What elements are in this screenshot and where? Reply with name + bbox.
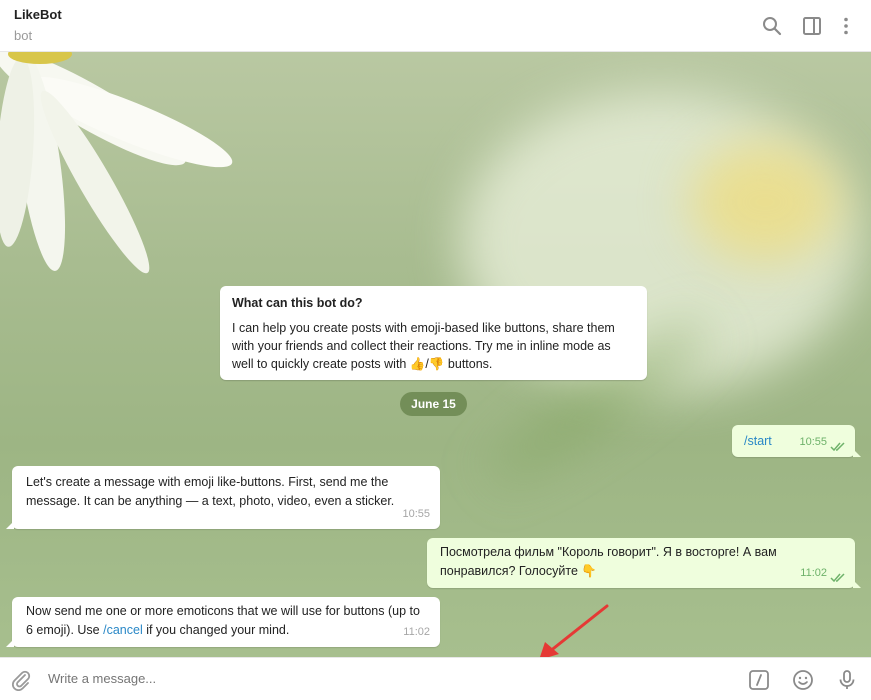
message-incoming[interactable]: Let's create a message with emoji like-b… (6, 466, 440, 529)
message-input[interactable] (48, 671, 698, 686)
read-check-icon (830, 442, 845, 451)
bubble-tail (853, 580, 861, 588)
message-outgoing[interactable]: /start 10:55 (732, 425, 861, 457)
bot-info-title: What can this bot do? (232, 296, 363, 310)
bubble-tail (6, 521, 14, 529)
message-text: Let's create a message with emoji like-b… (26, 475, 395, 508)
chat-subtitle: bot (14, 28, 33, 43)
microphone-icon[interactable] (836, 669, 858, 691)
bot-info-card: What can this bot do? I can help you cre… (220, 286, 647, 380)
more-vertical-icon[interactable] (836, 16, 856, 36)
bot-info-text: I can help you create posts with emoji-b… (232, 321, 615, 371)
message-text: if you changed your mind. (142, 623, 290, 637)
message-time: 10:55 (402, 508, 430, 520)
cancel-command-link[interactable]: /cancel (103, 623, 143, 637)
bot-commands-icon[interactable] (748, 669, 770, 691)
message-time: 10:55 (799, 436, 827, 448)
message-composer (0, 657, 871, 700)
attach-icon[interactable] (10, 669, 32, 691)
date-separator: June 15 (400, 392, 467, 416)
wallpaper-flower-center (690, 142, 840, 262)
bubble-tail (6, 639, 14, 647)
chat-title[interactable]: LikeBot (14, 7, 62, 22)
sidebar-toggle-icon[interactable] (802, 16, 822, 36)
bot-command-link[interactable]: /start (744, 434, 772, 448)
message-text: Посмотрела фильм "Король говорит". Я в в… (440, 545, 777, 578)
chat-header: LikeBot bot (0, 0, 871, 52)
bubble-tail (853, 449, 861, 457)
wallpaper-daisy-petals (0, 52, 233, 274)
chat-history[interactable]: What can this bot do? I can help you cre… (0, 52, 871, 657)
search-icon[interactable] (762, 16, 782, 36)
message-time: 11:02 (800, 567, 827, 579)
emoji-icon[interactable] (792, 669, 814, 691)
read-check-icon (830, 573, 845, 582)
message-time: 11:02 (403, 626, 430, 638)
message-outgoing[interactable]: Посмотрела фильм "Король говорит". Я в в… (427, 538, 861, 588)
message-incoming[interactable]: Now send me one or more emoticons that w… (6, 597, 440, 647)
annotation-arrow (539, 604, 609, 660)
